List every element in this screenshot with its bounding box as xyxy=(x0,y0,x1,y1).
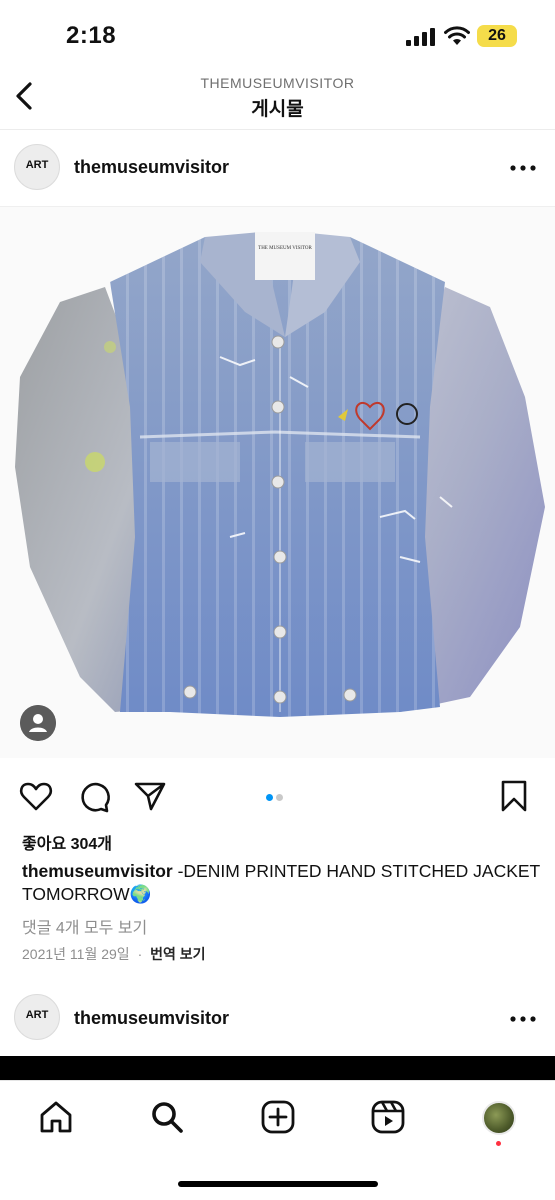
home-indicator xyxy=(178,1181,378,1187)
avatar[interactable]: ART xyxy=(14,994,60,1040)
next-post-header: ART themuseumvisitor xyxy=(0,980,555,1056)
post-date: 2021년 11월 29일 xyxy=(22,946,130,962)
notification-dot xyxy=(496,1141,501,1146)
header-account-name: THEMUSEUMVISITOR xyxy=(200,75,355,91)
post-actions xyxy=(0,772,555,820)
share-icon[interactable] xyxy=(132,778,168,814)
status-time: 2:18 xyxy=(66,22,117,49)
post-image[interactable]: THE MUSEUM VISITOR xyxy=(0,206,555,758)
status-bar: 2:18 26 xyxy=(0,0,555,70)
caption-username[interactable]: themuseumvisitor xyxy=(22,861,173,881)
post-username[interactable]: themuseumvisitor xyxy=(74,157,229,178)
comment-icon[interactable] xyxy=(76,778,112,814)
pager-dot xyxy=(276,794,283,801)
wifi-icon xyxy=(444,26,470,45)
post-meta: 2021년 11월 29일 · 번역 보기 xyxy=(22,944,206,964)
home-icon[interactable] xyxy=(38,1099,74,1135)
profile-avatar[interactable] xyxy=(482,1101,516,1135)
view-comments-link[interactable]: 댓글 4개 모두 보기 xyxy=(22,914,147,938)
reels-icon[interactable] xyxy=(370,1099,406,1135)
search-icon[interactable] xyxy=(149,1099,185,1135)
user-tag-icon[interactable] xyxy=(20,705,56,741)
nav-header: THEMUSEUMVISITOR 게시물 xyxy=(0,70,555,130)
cellular-signal-icon xyxy=(406,28,435,46)
create-icon[interactable] xyxy=(260,1099,296,1135)
bookmark-icon[interactable] xyxy=(496,778,532,814)
more-options-icon[interactable] xyxy=(508,1014,538,1024)
meta-separator: · xyxy=(137,946,143,962)
denim-jacket-illustration: THE MUSEUM VISITOR xyxy=(15,232,545,717)
heart-icon[interactable] xyxy=(18,778,54,814)
bottom-tab-bar xyxy=(0,1080,555,1200)
post-header: ART themuseumvisitor xyxy=(0,130,555,206)
post-caption: themuseumvisitor -DENIM PRINTED HAND STI… xyxy=(22,860,542,906)
page-title: 게시물 xyxy=(251,99,304,120)
pager-dot-active xyxy=(266,794,273,801)
translate-link[interactable]: 번역 보기 xyxy=(150,946,205,962)
next-post-image-edge xyxy=(0,1056,555,1080)
more-options-icon[interactable] xyxy=(508,163,538,173)
avatar[interactable]: ART xyxy=(14,144,60,190)
jacket-label-text: THE MUSEUM VISITOR xyxy=(258,246,312,251)
likes-count[interactable]: 좋아요 304개 xyxy=(22,830,112,854)
next-post-username[interactable]: themuseumvisitor xyxy=(74,1008,229,1029)
carousel-pager xyxy=(266,788,286,806)
battery-indicator: 26 xyxy=(477,25,517,47)
